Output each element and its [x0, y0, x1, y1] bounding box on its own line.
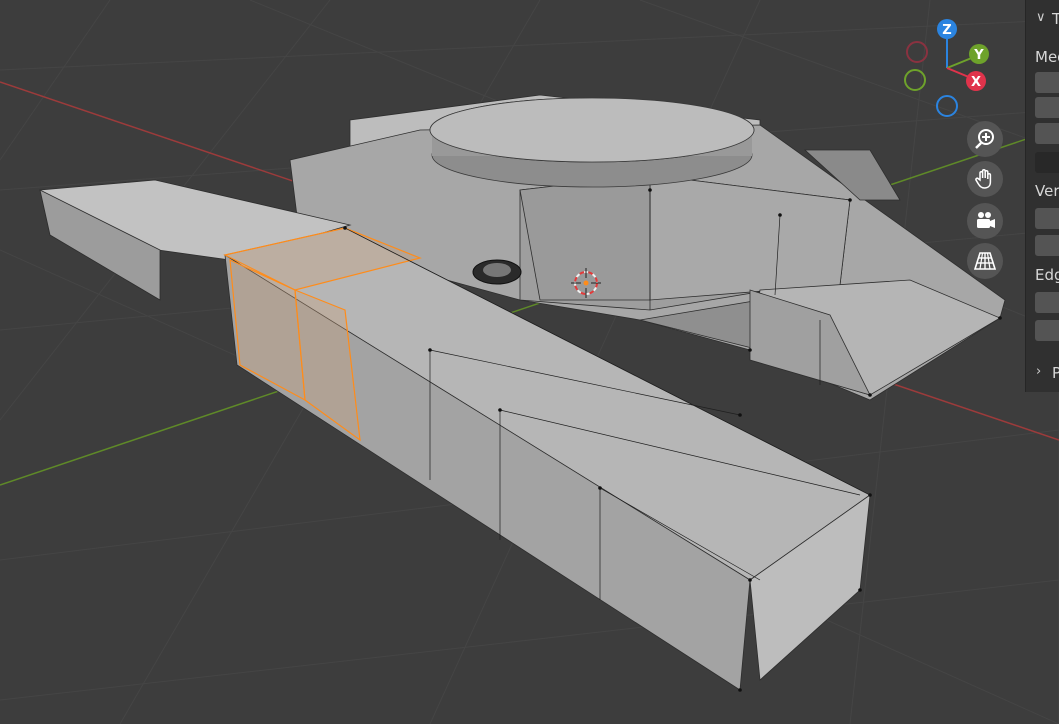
- median-x-field[interactable]: [1035, 72, 1059, 93]
- 3d-viewport[interactable]: Z Y X: [0, 0, 1059, 724]
- global-local-toggle[interactable]: [1035, 152, 1059, 173]
- camera-view-button[interactable]: [967, 203, 1003, 239]
- zoom-button[interactable]: [967, 121, 1003, 157]
- n-panel-header[interactable]: T: [1052, 10, 1059, 28]
- edge-section-label: Edg: [1035, 266, 1059, 284]
- viewport-canvas[interactable]: Z Y X: [0, 0, 1059, 724]
- perspective-grid-icon: [973, 252, 997, 270]
- pan-hand-icon: [975, 169, 992, 189]
- pan-button[interactable]: [967, 161, 1003, 197]
- edge-bevel-field[interactable]: [1035, 292, 1059, 313]
- median-y-field[interactable]: [1035, 97, 1059, 118]
- gizmo-x-label[interactable]: X: [971, 75, 981, 90]
- median-section-label: Med: [1035, 48, 1059, 66]
- camera-icon: [977, 212, 995, 228]
- collapsed-section-label[interactable]: P: [1052, 364, 1059, 382]
- gizmo-z-label[interactable]: Z: [942, 23, 951, 38]
- vertex-section-label: Ver: [1035, 182, 1059, 200]
- edge-crease-field[interactable]: [1035, 320, 1059, 341]
- chevron-down-icon[interactable]: ∨: [1036, 10, 1046, 25]
- perspective-toggle-button[interactable]: [967, 243, 1003, 279]
- chevron-right-icon[interactable]: ›: [1036, 364, 1041, 379]
- median-z-field[interactable]: [1035, 123, 1059, 144]
- n-panel-sidebar: ∨ T Med Ver Edg › P: [1025, 0, 1059, 724]
- zoom-icon: [975, 129, 994, 149]
- gizmo-y-label[interactable]: Y: [973, 48, 984, 63]
- mesh-disc: [429, 97, 755, 188]
- vertex-weight-field[interactable]: [1035, 208, 1059, 229]
- mesh-wheel: [472, 259, 522, 285]
- vertex-crease-field[interactable]: [1035, 235, 1059, 256]
